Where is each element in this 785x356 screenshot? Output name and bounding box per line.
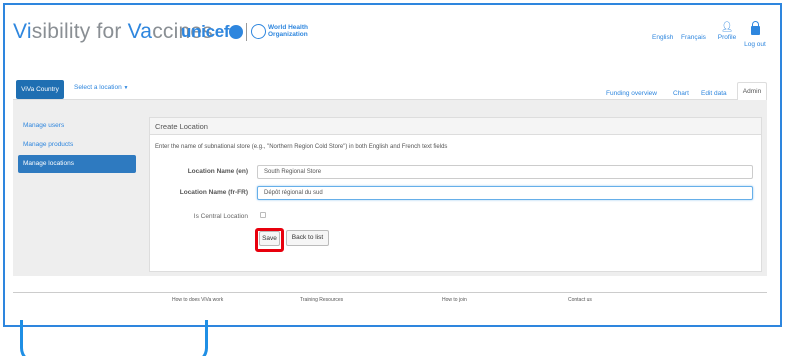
sidebar-item-manage-locations[interactable]: Manage locations xyxy=(18,155,136,173)
logout-link[interactable]: Log out xyxy=(742,21,768,49)
create-location-panel: Create Location Enter the name of subnat… xyxy=(149,117,762,272)
location-name-en-label: Location Name (en) xyxy=(187,168,248,175)
footer-divider xyxy=(13,292,767,293)
select-location-label: Select a location xyxy=(74,84,122,91)
tab-edit-data[interactable]: Edit data xyxy=(701,90,727,97)
unicef-logo-icon xyxy=(229,25,243,39)
unicef-logo-text: unicef xyxy=(181,22,230,41)
tab-admin[interactable]: Admin xyxy=(737,82,767,101)
footer-link-training[interactable]: Training Resources xyxy=(300,297,343,303)
logout-label: Log out xyxy=(744,41,766,48)
logo-separator xyxy=(246,23,247,41)
instruction-text: Enter the name of subnational store (e.g… xyxy=(155,144,448,150)
user-icon: 👤︎ xyxy=(720,22,734,33)
location-name-fr-input[interactable]: Dépôt régional du sud xyxy=(257,186,753,200)
lock-icon xyxy=(750,21,760,35)
location-name-fr-label: Location Name (fr-FR) xyxy=(179,189,248,196)
central-location-checkbox[interactable] xyxy=(260,212,266,218)
callout-outline xyxy=(20,320,208,356)
tab-chart[interactable]: Chart xyxy=(673,90,689,97)
panel-title: Create Location xyxy=(150,118,761,135)
content-area: Manage users Manage products Manage loca… xyxy=(13,100,767,276)
brand-letter-1: Vi xyxy=(13,20,32,43)
brand-text-1: sibility for xyxy=(31,20,128,43)
central-location-label: Is Central Location xyxy=(193,213,248,220)
footer-link-contact[interactable]: Contact us xyxy=(568,297,592,303)
tab-funding-overview[interactable]: Funding overview xyxy=(606,90,657,97)
footer-link-how-it-works[interactable]: How to does ViVa work xyxy=(172,297,223,303)
lang-english-link[interactable]: English xyxy=(652,34,673,41)
caret-down-icon: ▼ xyxy=(123,85,129,91)
main-nav: ViVa Country Select a location ▼ Funding… xyxy=(13,80,767,101)
select-location-dropdown[interactable]: Select a location ▼ xyxy=(74,84,128,91)
profile-label: Profile xyxy=(717,34,737,41)
lang-francais-link[interactable]: Français xyxy=(681,34,706,41)
location-name-en-input[interactable]: South Regional Store xyxy=(257,165,753,179)
who-logo-text: World Health Organization xyxy=(268,24,308,38)
back-to-list-button[interactable]: Back to list xyxy=(286,230,329,246)
country-button[interactable]: ViVa Country xyxy=(16,80,64,99)
save-highlight-box xyxy=(255,228,284,252)
footer-link-join[interactable]: How to join xyxy=(442,297,467,303)
sidebar-item-manage-users[interactable]: Manage users xyxy=(18,117,136,135)
sidebar-item-manage-products[interactable]: Manage products xyxy=(18,136,136,154)
admin-sidebar: Manage users Manage products Manage loca… xyxy=(18,117,136,174)
who-logo-icon xyxy=(251,24,266,39)
profile-link[interactable]: 👤︎ Profile xyxy=(717,22,737,42)
brand-letter-2: Va xyxy=(127,20,153,43)
